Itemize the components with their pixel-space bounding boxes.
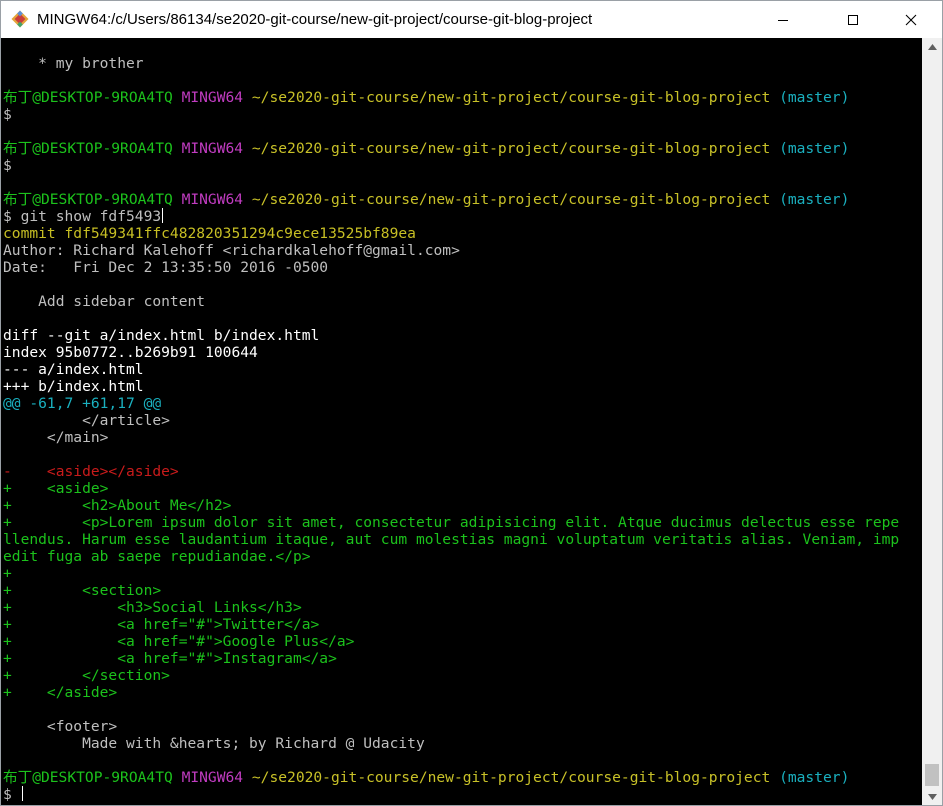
diff-added-line: + <p>Lorem ipsum dolor sit amet, consect… [3,514,900,531]
diff-added-line: + <section> [3,582,162,599]
title-bar[interactable]: MINGW64:/c/Users/86134/se2020-git-course… [1,1,942,38]
window-title: MINGW64:/c/Users/86134/se2020-git-course… [37,11,593,28]
prompt-user-host: 布丁@DESKTOP-9ROA4TQ [3,769,173,786]
diff-context-line: </main> [3,429,109,446]
prompt-shell: MINGW64 [181,89,244,106]
input-line[interactable]: $ [3,786,23,803]
diff-context-line: <footer> [3,718,118,735]
diff-added-line: + <a href="#">Google Plus</a> [3,633,355,650]
diff-hunk-header: @@ -61,7 +61,17 @@ [3,395,162,412]
commit-message: Add sidebar content [3,293,206,310]
commit-line: commit fdf549341ffc482820351294c9ece1352… [3,225,416,242]
chevron-down-icon [927,793,937,800]
close-button[interactable] [888,1,934,38]
diff-context-line: </article> [3,412,170,429]
prompt-branch: (master) [779,140,850,157]
minimize-icon [778,19,788,21]
prompt-branch: (master) [779,89,850,106]
text-cursor [162,208,164,223]
vertical-scrollbar[interactable] [922,38,942,805]
prompt-path: ~/se2020-git-course/new-git-project/cour… [251,140,771,157]
close-icon [905,14,917,25]
diff-added-line: + <aside> [3,480,109,497]
chevron-up-icon [927,43,937,50]
prompt-user-host: 布丁@DESKTOP-9ROA4TQ [3,140,173,157]
command-line: $ git show fdf5493 [3,208,164,225]
diff-removed-line: - <aside></aside> [3,463,179,480]
diff-context-line: Made with &hearts; by Richard @ Udacity [3,735,425,752]
prompt-path: ~/se2020-git-course/new-git-project/cour… [251,769,771,786]
prompt-user-host: 布丁@DESKTOP-9ROA4TQ [3,89,173,106]
prompt-path: ~/se2020-git-course/new-git-project/cour… [251,89,771,106]
text-cursor [21,786,23,801]
diff-added-line: + <h2>About Me</h2> [3,497,232,514]
prompt-branch: (master) [779,191,850,208]
prompt-line: 布丁@DESKTOP-9ROA4TQ MINGW64 ~/se2020-git-… [3,191,849,208]
diff-added-line: + <a href="#">Instagram</a> [3,650,337,667]
maximize-button[interactable] [830,1,876,38]
terminal-line: * my brother [3,55,144,72]
diff-added-line: + </aside> [3,684,118,701]
date-line: Date: Fri Dec 2 13:35:50 2016 -0500 [3,259,329,276]
prompt-shell: MINGW64 [181,191,244,208]
diff-added-line: edit fuga ab saepe repudiandae.</p> [3,548,311,565]
diff-new-file: +++ b/index.html [3,378,144,395]
diff-added-line: llendus. Harum esse laudantium itaque, a… [3,531,900,548]
maximize-icon [848,14,858,25]
prompt-shell: MINGW64 [181,769,244,786]
prompt-line: 布丁@DESKTOP-9ROA4TQ MINGW64 ~/se2020-git-… [3,140,849,157]
scroll-down-button[interactable] [922,788,942,805]
prompt-symbol: $ [3,157,12,174]
author-line: Author: Richard Kalehoff <richardkalehof… [3,242,460,259]
terminal-output[interactable]: * my brother 布丁@DESKTOP-9ROA4TQ MINGW64 … [1,38,922,805]
prompt-symbol: $ [3,106,12,123]
prompt-user-host: 布丁@DESKTOP-9ROA4TQ [3,191,173,208]
terminal-window: MINGW64:/c/Users/86134/se2020-git-course… [0,0,943,806]
scrollbar-thumb[interactable] [925,764,939,786]
prompt-branch: (master) [779,769,850,786]
prompt-path: ~/se2020-git-course/new-git-project/cour… [251,191,771,208]
diff-index: index 95b0772..b269b91 100644 [3,344,258,361]
command-text: $ git show fdf5493 [3,208,162,225]
diff-header: diff --git a/index.html b/index.html [3,327,320,344]
diff-added-line: + <h3>Social Links</h3> [3,599,302,616]
prompt-shell: MINGW64 [181,140,244,157]
git-for-windows-icon [11,10,29,28]
scroll-up-button[interactable] [922,38,942,55]
diff-added-line: + [3,565,12,582]
prompt-symbol: $ [3,786,12,803]
minimize-button[interactable] [760,1,806,38]
prompt-line: 布丁@DESKTOP-9ROA4TQ MINGW64 ~/se2020-git-… [3,769,849,786]
diff-added-line: + </section> [3,667,170,684]
diff-old-file: --- a/index.html [3,361,144,378]
diff-added-line: + <a href="#">Twitter</a> [3,616,320,633]
prompt-line: 布丁@DESKTOP-9ROA4TQ MINGW64 ~/se2020-git-… [3,89,849,106]
